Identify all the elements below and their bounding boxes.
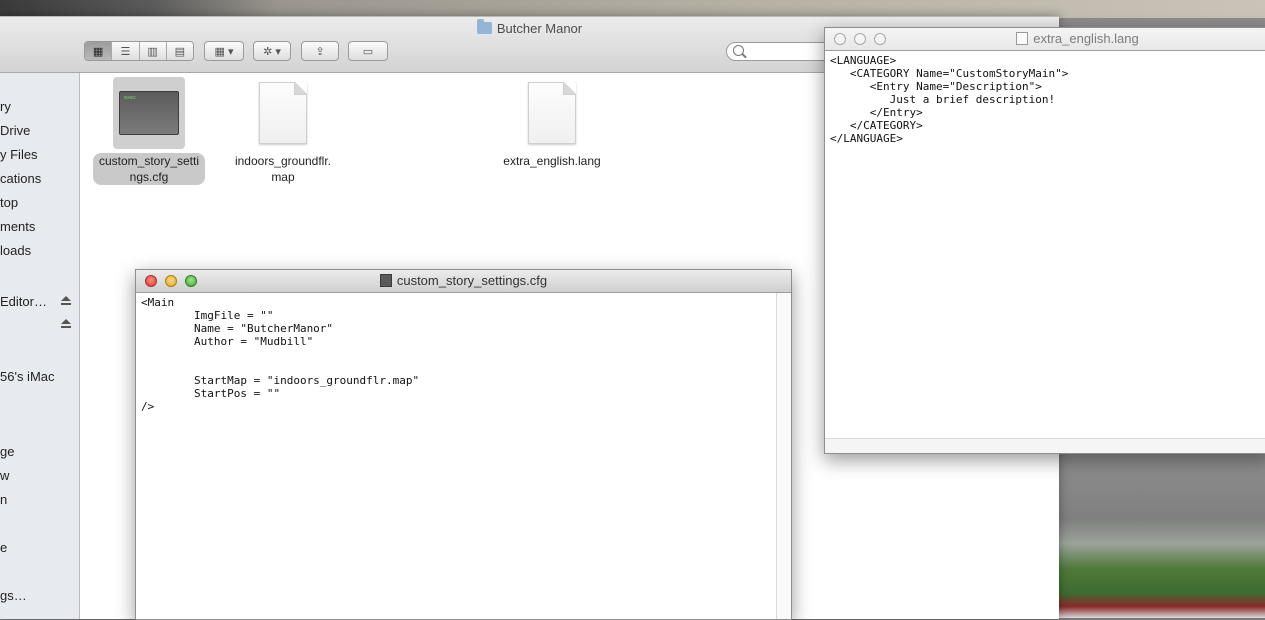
close-button[interactable] (834, 33, 846, 45)
sidebar-item-5[interactable]: ments (0, 219, 35, 234)
sidebar-item-0[interactable]: ry (0, 99, 11, 114)
lang-editor-window: extra_english.lang <LANGUAGE> <CATEGORY … (824, 27, 1265, 454)
share-button[interactable]: ⇪ (301, 41, 339, 61)
arrange-button[interactable]: ▦ ▾ (204, 41, 244, 61)
tag-icon: ▭ (362, 45, 374, 58)
cfg-editor-window: custom_story_settings.cfg <Main ImgFile … (135, 269, 792, 620)
cfg-editor-title-text: custom_story_settings.cfg (396, 273, 548, 288)
sidebar-item-11[interactable]: w (0, 468, 9, 483)
document-icon (1016, 32, 1029, 45)
action-button[interactable]: ✲ ▾ (253, 41, 291, 61)
eject-icon[interactable] (61, 319, 71, 328)
exec-icon: exec (119, 91, 179, 135)
sidebar-item-1[interactable]: Drive (0, 123, 30, 138)
lang-editor-text-area[interactable]: <LANGUAGE> <CATEGORY Name="CustomStoryMa… (825, 51, 1265, 453)
file-name-line2: map (271, 170, 295, 184)
tags-button[interactable]: ▭ (348, 41, 388, 61)
sidebar-item-12[interactable]: n (0, 492, 7, 507)
cover-flow-button[interactable]: ▤ (166, 42, 193, 60)
document-icon (528, 82, 576, 144)
file-name-line1: custom_story_setti (98, 154, 200, 168)
file-custom-story-settings[interactable]: exec custom_story_setti ngs.cfg (84, 77, 214, 185)
document-icon (379, 274, 392, 287)
arrange-icon: ▦ ▾ (214, 45, 234, 58)
wallpaper-photo (1059, 453, 1265, 618)
exec-icon-label: exec (124, 95, 137, 101)
file-extra-english-lang[interactable]: extra_english.lang (487, 77, 617, 169)
cfg-editor-titlebar[interactable]: custom_story_settings.cfg (136, 270, 791, 293)
finder-sidebar: ry Drive y Files cations top ments loads… (0, 73, 80, 619)
file-label: extra_english.lang (497, 153, 606, 169)
file-thumb (247, 77, 319, 149)
gear-icon: ✲ ▾ (263, 45, 281, 58)
sidebar-item-7[interactable]: Editor… (0, 294, 47, 309)
vertical-scrollbar[interactable] (776, 293, 791, 619)
file-indoors-groundflr[interactable]: indoors_groundflr. map (218, 77, 348, 185)
horizontal-scrollbar[interactable] (825, 438, 1265, 453)
sidebar-item-2[interactable]: y Files (0, 147, 38, 162)
column-view-button[interactable]: ▥ (139, 42, 167, 60)
cfg-editor-title: custom_story_settings.cfg (136, 273, 791, 288)
sidebar-item-9[interactable]: 56's iMac (0, 369, 55, 384)
share-icon: ⇪ (315, 45, 325, 58)
lang-editor-titlebar[interactable]: extra_english.lang (825, 28, 1265, 51)
search-icon (733, 45, 744, 56)
eject-icon[interactable] (61, 296, 71, 305)
sidebar-item-10[interactable]: ge (0, 444, 14, 459)
minimize-button[interactable] (854, 33, 866, 45)
file-thumb (516, 77, 588, 149)
file-label: indoors_groundflr. map (229, 153, 337, 185)
folder-icon (476, 19, 492, 34)
finder-title-text: Butcher Manor (496, 21, 583, 36)
search-input[interactable] (726, 42, 836, 61)
sidebar-item-4[interactable]: top (0, 195, 18, 210)
sidebar-item-3[interactable]: cations (0, 171, 41, 186)
sidebar-item-13[interactable]: e (0, 540, 7, 555)
lang-editor-title: extra_english.lang (885, 31, 1265, 46)
sidebar-item-6[interactable]: loads (0, 243, 31, 258)
list-view-button[interactable]: ☰ (112, 42, 140, 60)
file-thumb: exec (113, 77, 185, 149)
document-icon (259, 82, 307, 144)
sidebar-item-14[interactable]: gs… (0, 588, 27, 603)
cfg-editor-text-area[interactable]: <Main ImgFile = "" Name = "ButcherManor"… (136, 293, 791, 619)
file-name-line2: ngs.cfg (129, 170, 169, 184)
lang-editor-content[interactable]: <LANGUAGE> <CATEGORY Name="CustomStoryMa… (825, 51, 1265, 148)
cfg-editor-content[interactable]: <Main ImgFile = "" Name = "ButcherManor"… (136, 293, 791, 416)
icon-view-button[interactable]: ▦ (85, 42, 113, 60)
view-mode-switcher: ▦ ☰ ▥ ▤ (84, 41, 194, 61)
file-name-line1: extra_english.lang (503, 154, 601, 168)
file-label: custom_story_setti ngs.cfg (92, 153, 206, 185)
lang-editor-title-text: extra_english.lang (1033, 31, 1139, 46)
file-name-line1: indoors_groundflr. (234, 154, 332, 168)
